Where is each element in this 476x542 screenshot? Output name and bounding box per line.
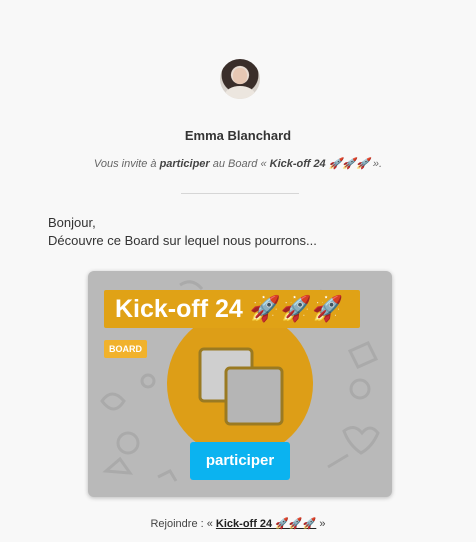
board-badge: BOARD	[104, 340, 147, 358]
invite-prefix: Vous invite à	[93, 158, 160, 170]
invite-text: Vous invite à participer au Board « Kick…	[0, 157, 476, 170]
divider	[181, 193, 299, 194]
join-footer: Rejoindre : « Kick-off 24 🚀🚀🚀 »	[0, 517, 476, 530]
join-board-link[interactable]: Kick-off 24 🚀🚀🚀	[216, 518, 316, 530]
greeting-line: Bonjour,	[48, 215, 96, 230]
message-line: Découvre ce Board sur lequel nous pourro…	[48, 233, 317, 248]
footer-prefix: Rejoindre : «	[150, 518, 216, 530]
sender-avatar	[220, 59, 260, 99]
participate-button[interactable]: participer	[190, 442, 290, 480]
invite-middle: au Board «	[209, 158, 270, 170]
avatar-shoulders	[225, 86, 255, 99]
invite-suffix: ».	[369, 158, 383, 170]
board-card[interactable]: Kick-off 24 🚀🚀🚀 BOARD participer	[88, 271, 392, 497]
board-title: Kick-off 24 🚀🚀🚀	[104, 290, 360, 328]
footer-suffix: »	[316, 518, 326, 530]
invite-board-name: Kick-off 24 🚀🚀🚀	[269, 158, 370, 170]
avatar-face	[233, 68, 247, 84]
sender-name: Emma Blanchard	[184, 128, 292, 143]
invite-action: participer	[159, 158, 210, 170]
message-body: Bonjour, Découvre ce Board sur lequel no…	[48, 214, 317, 250]
